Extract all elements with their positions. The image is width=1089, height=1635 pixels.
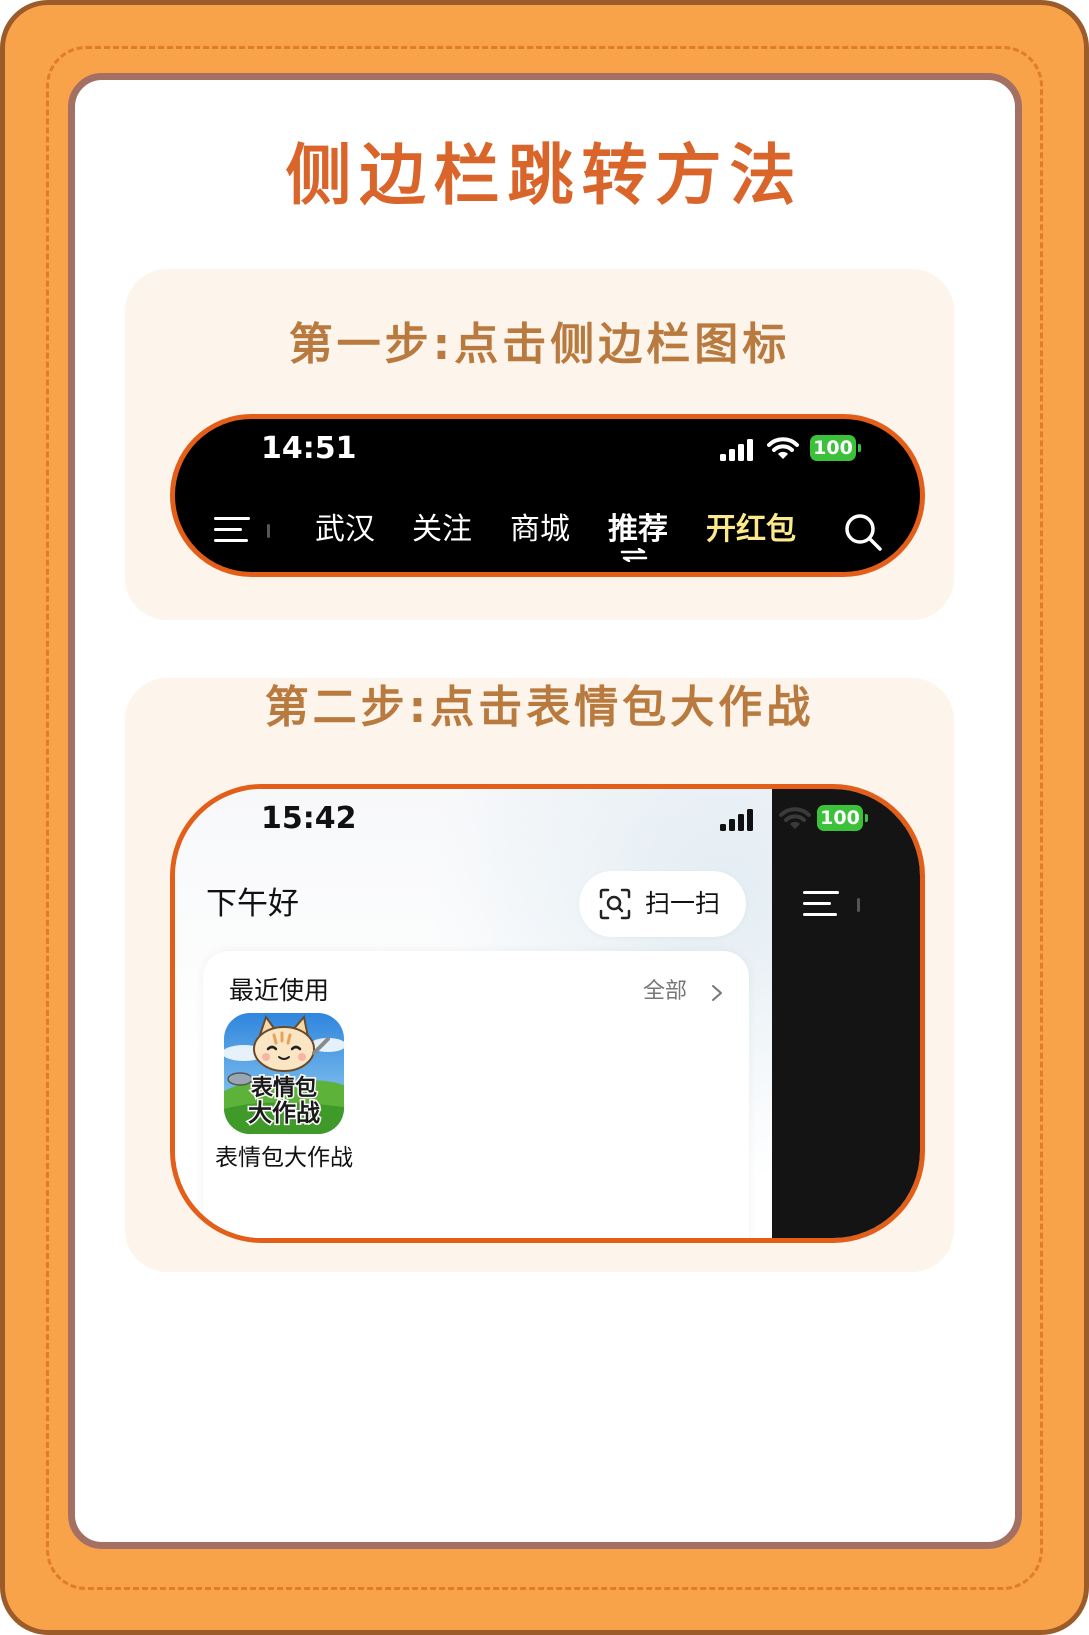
signal-icon [720, 809, 753, 831]
step-2-card: 第二步:点击表情包大作战 15:42 100 下午好 扫一扫 最近使用 全部 表… [125, 678, 954, 1272]
step-1-card: 第一步:点击侧边栏图标 14:51 100 武汉 关注 商城 推荐 开红包 [125, 269, 954, 620]
greeting-text: 下午好 [206, 886, 299, 922]
search-icon[interactable] [843, 512, 883, 552]
app-name-label[interactable]: 表情包大作战 [199, 1143, 369, 1173]
wifi-icon [767, 437, 799, 459]
see-all-link[interactable]: 全部 [643, 977, 722, 1007]
menu-icon[interactable] [214, 516, 250, 544]
tab-red-packet[interactable]: 开红包 [706, 512, 796, 548]
menu-edge-mark [857, 898, 860, 912]
step-1-heading: 第一步:点击侧边栏图标 [288, 319, 791, 370]
recent-title: 最近使用 [229, 976, 330, 1005]
scan-label: 扫一扫 [645, 889, 721, 918]
swap-icon [620, 548, 648, 562]
status-time: 15:42 [261, 801, 357, 836]
logo-text-line2: 大作战 [248, 1099, 320, 1127]
app-icon-meme-battle[interactable]: 表情包 大作战 [224, 1013, 344, 1134]
main-screen-edge [772, 789, 920, 1238]
tab-mall[interactable]: 商城 [510, 512, 570, 548]
menu-edge-mark [267, 524, 270, 538]
see-all-label: 全部 [643, 979, 688, 1004]
menu-icon[interactable] [803, 890, 839, 918]
recent-apps-card: 最近使用 全部 表情包 大作战 表情包大作战 [203, 951, 749, 1238]
tab-follow[interactable]: 关注 [412, 512, 472, 548]
meme-battle-logo: 表情包 大作战 [224, 1013, 344, 1134]
logo-text-line1: 表情包 [251, 1075, 317, 1101]
tab-wuhan[interactable]: 武汉 [315, 512, 375, 548]
page-title: 侧边栏跳转方法 [285, 137, 804, 214]
wifi-icon [779, 807, 811, 829]
scan-icon [599, 888, 631, 920]
signal-icon [720, 439, 753, 461]
step-1-phone-screenshot: 14:51 100 武汉 关注 商城 推荐 开红包 [170, 414, 925, 577]
scan-button[interactable]: 扫一扫 [579, 871, 746, 937]
battery-icon: 100 [810, 435, 861, 461]
tab-recommend[interactable]: 推荐 [608, 512, 668, 548]
battery-icon: 100 [817, 805, 868, 831]
status-time: 14:51 [261, 431, 357, 466]
step-2-heading: 第二步:点击表情包大作战 [264, 682, 815, 733]
step-2-phone-screenshot: 15:42 100 下午好 扫一扫 最近使用 全部 表情包 大作战 表情包大作战 [170, 784, 925, 1243]
chevron-right-icon [712, 985, 722, 1001]
